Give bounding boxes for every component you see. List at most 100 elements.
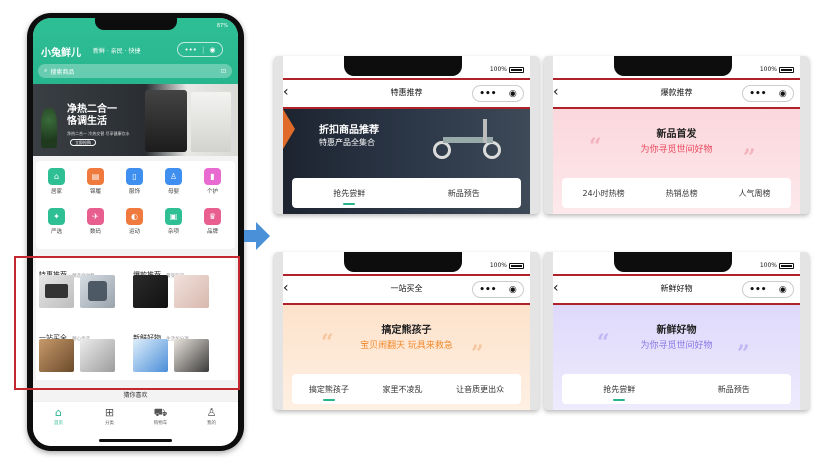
more-icon[interactable]: ••• (749, 285, 766, 295)
category-item[interactable]: ▤ 锦履 (76, 162, 115, 202)
home-tab-icon: ⌂ (55, 406, 62, 419)
mini-program-capsule[interactable]: ••• ◉ (472, 281, 524, 298)
more-icon[interactable]: ••• (479, 285, 496, 295)
search-placeholder: 搜索商品 (50, 68, 75, 76)
close-circle-icon[interactable]: ◉ (509, 285, 517, 295)
more-icon[interactable]: ••• (185, 46, 197, 54)
nav-bar: ‹ 特惠推荐 ••• ◉ (283, 78, 530, 109)
close-circle-icon[interactable]: ◉ (779, 285, 787, 295)
category-label: 锦履 (89, 189, 101, 195)
quote-left-icon: “ (321, 330, 334, 356)
cart-tab-icon: ⛟ (153, 406, 168, 419)
quote-left-icon: “ (589, 134, 602, 160)
status-battery: 100% (490, 66, 524, 73)
category-label: 严选 (50, 229, 62, 235)
category-item[interactable]: ✈ 数码 (76, 202, 115, 242)
star-icon: ✦ (48, 208, 65, 225)
category-label: 数码 (89, 229, 101, 235)
banner-background-image (191, 92, 231, 152)
tab-item-active[interactable]: 抢先尝鲜 (333, 188, 365, 205)
more-icon[interactable]: ••• (749, 89, 766, 99)
nav-bar: ‹ 爆款推荐 ••• ◉ (553, 78, 800, 109)
search-input[interactable]: ⌕ 搜索商品 ⊡ (38, 64, 232, 78)
banner-plant (41, 108, 57, 148)
scooter-image (433, 119, 503, 159)
category-label: 个护 (206, 189, 218, 195)
category-grid: ⌂ 居家 ▤ 锦履 ▯ 服饰 ♙ 母婴 ▮ 个护 ✦ 严选 ✈ 数码 ◐ 运动 ▣ 杂项 ♛ 品牌 (36, 161, 235, 249)
tab-category[interactable]: ⊞ 分类 (84, 406, 135, 426)
brand-logo: 小兔鲜儿 (41, 48, 81, 59)
tab-item[interactable]: 家里不凌乱 (382, 384, 422, 395)
category-label: 杂项 (167, 229, 179, 235)
quote-right-icon: ” (471, 341, 484, 367)
banner-buy-button[interactable]: 立即抢购 (70, 139, 96, 146)
tab-item-active[interactable]: 24小时热榜 (582, 188, 624, 199)
status-battery: 100% (490, 262, 524, 269)
page-tabs: 搞定熊孩子 家里不凌乱 让音质更出众 (292, 374, 521, 404)
quote-right-icon: ” (737, 341, 750, 367)
quote-right-icon: ” (743, 145, 756, 171)
care-icon: ▮ (204, 168, 221, 185)
nav-bar: ‹ 一站买全 ••• ◉ (283, 274, 530, 305)
category-item[interactable]: ✦ 严选 (37, 202, 76, 242)
quote-left-icon: “ (597, 330, 610, 356)
more-icon[interactable]: ••• (479, 89, 496, 99)
category-label: 居家 (50, 189, 62, 195)
page-tabs: 抢先尝鲜 新品预告 (292, 178, 521, 208)
phone-notch (344, 56, 462, 76)
home-icon: ⌂ (48, 168, 65, 185)
category-item[interactable]: ♙ 母婴 (154, 162, 193, 202)
bottle-icon: ♙ (165, 168, 182, 185)
brand-slogan: 新鲜 · 亲民 · 快捷 (93, 48, 141, 55)
home-indicator (99, 439, 172, 442)
tab-item[interactable]: 人气周榜 (739, 188, 771, 199)
tab-item[interactable]: 新品预告 (448, 188, 480, 199)
phone-notch (614, 56, 732, 76)
category-label: 品牌 (206, 229, 218, 235)
mini-program-capsule[interactable]: ••• | ◉ (177, 42, 223, 57)
close-circle-icon[interactable]: ◉ (779, 89, 787, 99)
status-battery: 100% (760, 262, 794, 269)
tab-my[interactable]: ♙ 我的 (186, 406, 237, 426)
page-tabs: 24小时热榜 热销总榜 人气周榜 (562, 178, 791, 208)
nav-bar: ‹ 新鲜好物 ••• ◉ (553, 274, 800, 305)
page-card-fresh: 新鲜好物 为你寻觅世间好物 “ ” 抢先尝鲜 新品预告 100% ‹ 新鲜好物 … (544, 252, 809, 410)
page-card-special: 折扣商品推荐 特惠产品全集合 抢先尝鲜 新品预告 100% ‹ 特惠推荐 •••… (274, 56, 539, 214)
scan-icon[interactable]: ⊡ (221, 68, 226, 75)
phone-notch (614, 252, 732, 272)
close-circle-icon[interactable]: ◉ (209, 46, 215, 54)
category-item[interactable]: ♛ 品牌 (193, 202, 232, 242)
category-label: 服饰 (128, 189, 140, 195)
tab-item[interactable]: 新品预告 (718, 384, 750, 395)
category-item[interactable]: ▣ 杂项 (154, 202, 193, 242)
user-tab-icon: ♙ (206, 406, 217, 419)
guess-like-title: 猜你喜欢 (123, 392, 148, 399)
close-circle-icon[interactable]: ◉ (509, 89, 517, 99)
tab-item[interactable]: 热销总榜 (666, 188, 698, 199)
hero-subtitle: 为你寻觅世间好物 (640, 341, 713, 351)
plane-icon: ✈ (87, 208, 104, 225)
tab-home[interactable]: ⌂ 首页 (33, 406, 84, 426)
category-item[interactable]: ◐ 运动 (115, 202, 154, 242)
category-item[interactable]: ▯ 服饰 (115, 162, 154, 202)
tab-item-active[interactable]: 搞定熊孩子 (309, 384, 349, 401)
tab-cart[interactable]: ⛟ 购物车 (135, 406, 186, 426)
tab-item-active[interactable]: 抢先尝鲜 (603, 384, 635, 401)
banner-subtitle: 净热二合一 冷热交替 尽享健康饮水 (67, 131, 130, 136)
arrow-right-icon (244, 222, 270, 250)
phone-notch (344, 252, 462, 272)
sport-icon: ◐ (126, 208, 143, 225)
banner-product-image (145, 90, 187, 152)
search-icon: ⌕ (44, 67, 48, 74)
mini-program-capsule[interactable]: ••• ◉ (742, 281, 794, 298)
shoe-icon: ▤ (87, 168, 104, 185)
banner-title: 净热二合一 恪调生活 (67, 104, 117, 127)
category-item[interactable]: ▮ 个护 (193, 162, 232, 202)
box-icon: ▣ (165, 208, 182, 225)
category-label: 母婴 (167, 189, 179, 195)
category-tab-icon: ⊞ (104, 406, 115, 419)
mini-program-capsule[interactable]: ••• ◉ (472, 85, 524, 102)
mini-program-capsule[interactable]: ••• ◉ (742, 85, 794, 102)
tab-item[interactable]: 让音质更出众 (456, 384, 504, 395)
category-item[interactable]: ⌂ 居家 (37, 162, 76, 202)
